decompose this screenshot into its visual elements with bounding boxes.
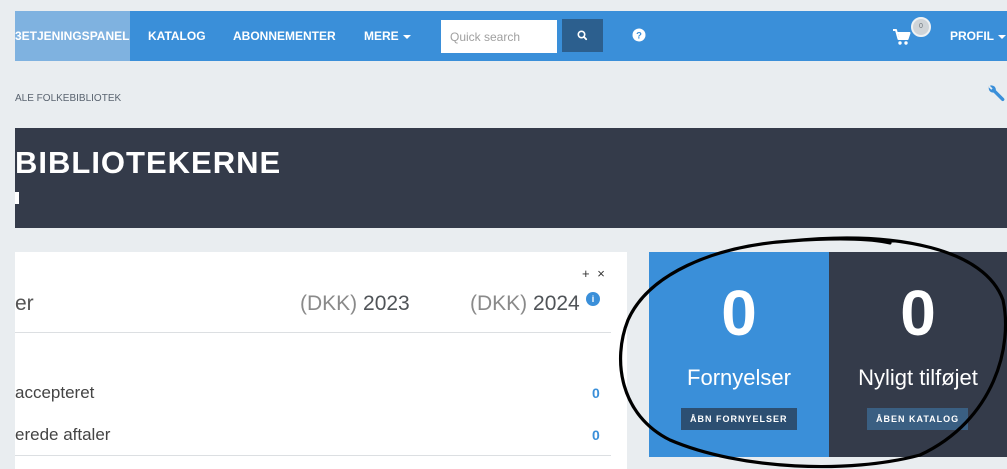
shopping-cart-icon[interactable]: [892, 28, 912, 46]
table-row-value[interactable]: 0: [592, 427, 600, 443]
nav-item-subscriptions[interactable]: ABONNEMENTER: [233, 11, 336, 61]
renewals-label: Fornyelser: [687, 365, 791, 390]
nav-item-dashboard[interactable]: 3ETJENINGSPANEL: [15, 11, 130, 61]
nav-item-profile-label: PROFIL: [950, 29, 994, 43]
recently-added-tile: 0 Nyligt tilføjet ÅBEN KATALOG: [829, 252, 1007, 457]
search-button[interactable]: [562, 19, 603, 52]
breadcrumb[interactable]: ALE FOLKEBIBLIOTEK: [15, 93, 121, 104]
nav-item-profile[interactable]: PROFIL: [950, 11, 1006, 61]
table-row-label: erede aftaler: [15, 425, 111, 444]
page-title: BIBLIOTEKERNE: [15, 145, 282, 180]
cart-count-badge: 0: [911, 17, 931, 37]
nav-item-more[interactable]: MERE: [364, 11, 411, 61]
renewals-tile: 0 Fornyelser ÅBN FORNYELSER: [649, 252, 829, 457]
agreements-panel: + × er (DKK) 2023 (DKK) 2024 i acceptere…: [15, 252, 627, 469]
chevron-down-icon: [402, 34, 411, 39]
currency-unit: (DKK): [300, 292, 358, 315]
table-header-2024: (DKK) 2024: [470, 292, 580, 316]
nav-item-more-label: MERE: [364, 29, 399, 43]
row-divider: [15, 455, 611, 456]
banner-marker: [15, 192, 19, 204]
renewals-count: 0: [721, 277, 757, 349]
nav-item-dashboard-label: 3ETJENINGSPANEL: [15, 29, 130, 43]
table-row-label: accepteret: [15, 383, 95, 402]
recently-added-count: 0: [900, 277, 936, 349]
chevron-down-icon: [998, 34, 1006, 39]
wrench-icon[interactable]: [985, 83, 1007, 105]
year-label: 2023: [363, 292, 410, 315]
search-icon: [577, 30, 588, 41]
search-input[interactable]: [441, 20, 557, 53]
header-divider: [15, 332, 611, 333]
year-label: 2024: [533, 292, 580, 315]
table-header-label: er: [15, 292, 34, 315]
info-icon[interactable]: i: [586, 292, 600, 306]
panel-move-close-controls[interactable]: + ×: [582, 266, 607, 281]
svg-text:?: ?: [636, 31, 642, 42]
table-header-2023: (DKK) 2023: [300, 292, 410, 316]
table-row-value[interactable]: 0: [592, 385, 600, 401]
open-catalog-button[interactable]: ÅBEN KATALOG: [867, 408, 969, 430]
open-renewals-button[interactable]: ÅBN FORNYELSER: [681, 408, 797, 430]
page-header-banner: BIBLIOTEKERNE: [15, 128, 1007, 228]
question-circle-icon[interactable]: ?: [632, 28, 646, 42]
recently-added-label: Nyligt tilføjet: [858, 365, 978, 390]
top-navbar: 3ETJENINGSPANEL KATALOG ABONNEMENTER MER…: [15, 11, 1007, 61]
currency-unit: (DKK): [470, 292, 528, 315]
nav-item-catalog[interactable]: KATALOG: [148, 11, 206, 61]
